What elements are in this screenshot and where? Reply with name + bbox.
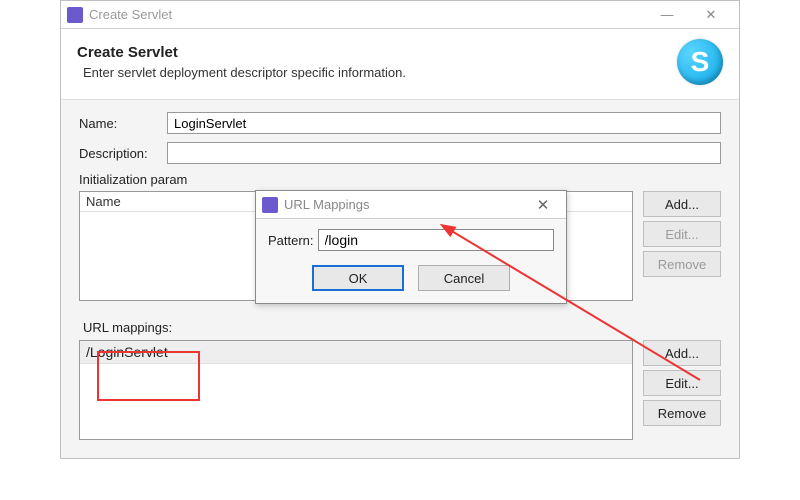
description-field[interactable] xyxy=(167,142,721,164)
url-mapping-item[interactable]: /LoginServlet xyxy=(80,341,632,364)
window-titlebar: Create Servlet — ✕ xyxy=(61,1,739,29)
window-title: Create Servlet xyxy=(89,7,645,22)
dialog-titlebar: URL Mappings ✕ xyxy=(256,191,566,219)
app-icon xyxy=(67,7,83,23)
dialog-close-button[interactable]: ✕ xyxy=(526,196,560,214)
url-mappings-remove-button[interactable]: Remove xyxy=(643,400,721,426)
url-mappings-add-button[interactable]: Add... xyxy=(643,340,721,366)
page-subtitle: Enter servlet deployment descriptor spec… xyxy=(83,65,677,80)
close-button[interactable]: ✕ xyxy=(689,3,733,27)
pattern-field[interactable] xyxy=(318,229,554,251)
name-field[interactable] xyxy=(167,112,721,134)
url-mappings-dialog: URL Mappings ✕ Pattern: OK Cancel xyxy=(255,190,567,304)
description-row: Description: xyxy=(79,142,721,164)
init-params-edit-button[interactable]: Edit... xyxy=(643,221,721,247)
url-mappings-area: /LoginServlet Add... Edit... Remove xyxy=(79,340,721,440)
page-title: Create Servlet xyxy=(77,44,677,61)
pattern-row: Pattern: xyxy=(268,229,554,251)
init-params-remove-button[interactable]: Remove xyxy=(643,251,721,277)
servlet-logo-icon: S xyxy=(677,39,723,85)
wizard-header: Create Servlet Enter servlet deployment … xyxy=(61,29,739,100)
pattern-label: Pattern: xyxy=(268,233,314,248)
url-mappings-list[interactable]: /LoginServlet xyxy=(79,340,633,440)
cancel-button[interactable]: Cancel xyxy=(418,265,510,291)
ok-button[interactable]: OK xyxy=(312,265,404,291)
init-params-add-button[interactable]: Add... xyxy=(643,191,721,217)
description-label: Description: xyxy=(79,146,167,161)
dialog-app-icon xyxy=(262,197,278,213)
url-mappings-edit-button[interactable]: Edit... xyxy=(643,370,721,396)
name-label: Name: xyxy=(79,116,167,131)
dialog-title: URL Mappings xyxy=(284,197,526,212)
url-mappings-label: URL mappings: xyxy=(79,319,176,336)
init-params-label: Initialization param xyxy=(79,172,721,187)
name-row: Name: xyxy=(79,112,721,134)
minimize-button[interactable]: — xyxy=(645,3,689,27)
